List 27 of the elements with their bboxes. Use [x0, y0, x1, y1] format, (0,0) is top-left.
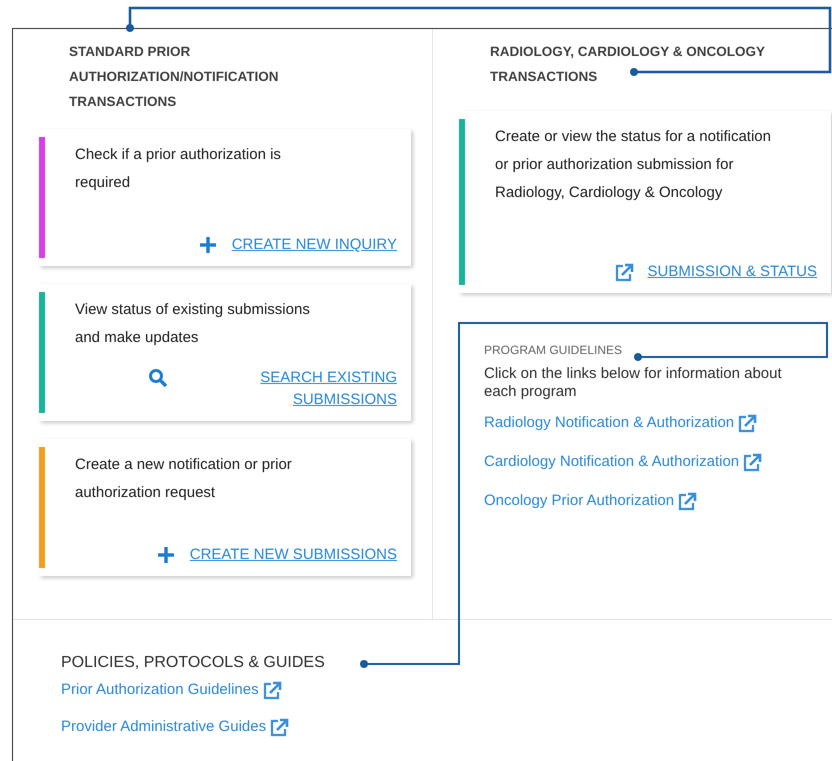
external-link-icon: [737, 413, 758, 433]
section-label: PROGRAM GUIDELINES: [484, 343, 624, 357]
section-heading: STANDARD PRIOR AUTHORIZATION/NOTIFICATION TRANSACTIONS: [68, 43, 280, 111]
link[interactable]: Oncology Prior Authorization: [484, 489, 674, 512]
link[interactable]: Provider Administrative Guides: [61, 715, 266, 738]
link[interactable]: CREATE NEW INQUIRY: [232, 234, 397, 256]
link[interactable]: SUBMISSION & STATUS: [648, 261, 817, 283]
description-text: Click on the links below for information about each program: [484, 365, 783, 401]
external-link-icon: [677, 491, 698, 511]
plus-icon: [156, 545, 176, 565]
card-text: View status of existing submissions and make updates: [75, 300, 311, 348]
external-link-icon: [614, 262, 634, 282]
link[interactable]: Prior Authorization Guidelines: [61, 678, 259, 701]
external-link-icon: [742, 452, 762, 472]
link[interactable]: CREATE NEW SUBMISSIONS: [190, 544, 397, 566]
card-text: Create a new notification or prior authorization request: [75, 455, 293, 503]
external-link-icon: [262, 680, 282, 700]
plus-icon: [198, 235, 218, 255]
section-heading: RADIOLOGY, CARDIOLOGY & ONCOLOGY TRANSACTIONS: [489, 43, 766, 86]
search-icon: [148, 368, 168, 388]
card-text: Check if a prior authorization is required: [75, 145, 282, 193]
link[interactable]: SEARCH EXISTING SUBMISSIONS: [182, 367, 397, 411]
link[interactable]: Cardiology Notification & Authorization: [484, 450, 740, 473]
section-heading: POLICIES, PROTOCOLS & GUIDES: [61, 654, 326, 672]
card-text: Create or view the status for a notification or prior authorization submission for Radiology, Cardiology & Oncology: [495, 127, 772, 203]
link[interactable]: Radiology Notification & Authorization: [484, 411, 734, 434]
external-link-icon: [269, 717, 290, 737]
